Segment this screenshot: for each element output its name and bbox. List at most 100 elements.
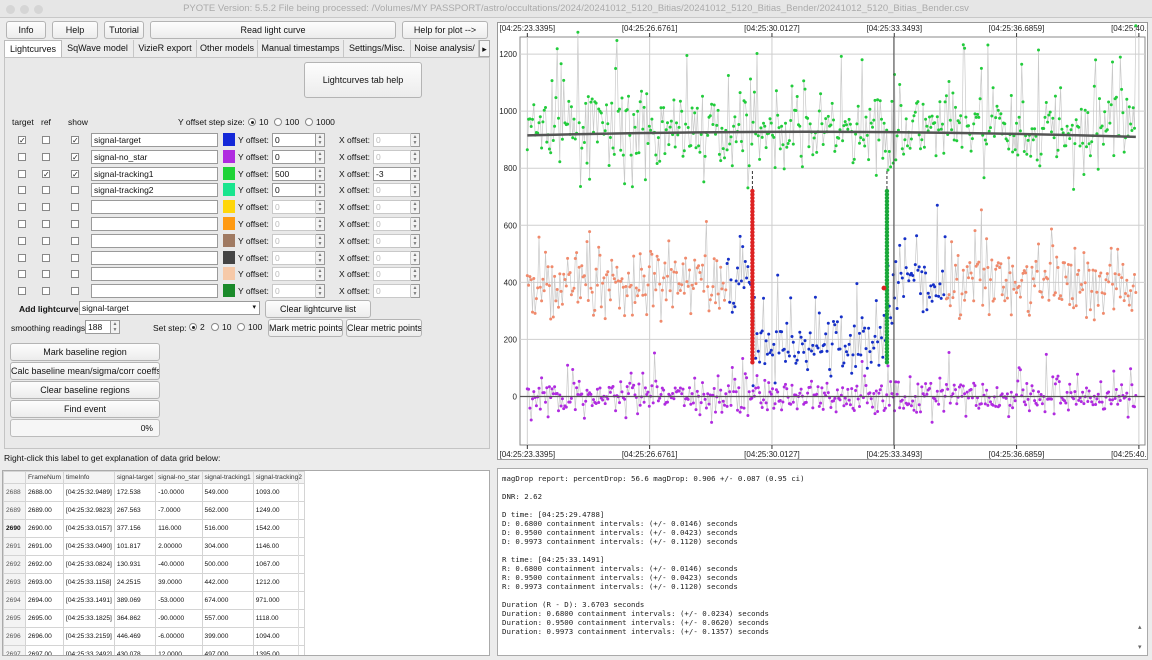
x-offset-stepper[interactable]: ▲ ▼ [411, 284, 420, 299]
report-scroll-up-icon[interactable]: ▴ [1138, 623, 1146, 631]
x-offset-stepper[interactable]: ▲ ▼ [411, 233, 420, 248]
y-offset-stepper[interactable]: ▲ ▼ [316, 183, 325, 198]
y-offset-input[interactable]: 0 [272, 267, 316, 282]
table-row[interactable]: 2690 2690.00 [04:25:33.0157] 377.156 116.000… [3, 519, 305, 538]
table-cell[interactable]: -90.0000 [155, 609, 203, 628]
ref-checkbox[interactable]: ✓ [42, 169, 50, 178]
target-checkbox[interactable]: ✓ [18, 136, 26, 145]
table-cell[interactable]: 130.931 [113, 555, 157, 574]
clear-metric-points-button[interactable]: Clear metric points [346, 319, 422, 337]
table-cell[interactable]: 1146.00 [252, 537, 305, 556]
x-offset-stepper[interactable]: ▲ ▼ [411, 217, 420, 231]
table-cell[interactable]: 172.538 [113, 483, 157, 502]
close-window-icon[interactable] [6, 5, 15, 14]
ref-checkbox[interactable] [42, 270, 50, 279]
table-cell[interactable]: 430.078 [113, 645, 157, 655]
add-lightcurve-select[interactable]: signal-target ▾ [79, 301, 260, 315]
table-cell[interactable]: [04:25:33.2492] [62, 645, 115, 655]
x-offset-input[interactable]: 0 [373, 233, 411, 248]
lightcurve-name-field[interactable] [91, 233, 218, 248]
minimize-window-icon[interactable] [20, 5, 29, 14]
row-header-cell[interactable]: 2693 [3, 573, 26, 592]
table-cell[interactable]: -53.0000 [155, 591, 203, 610]
color-swatch[interactable] [223, 133, 235, 146]
x-offset-input[interactable]: 0 [373, 183, 411, 198]
grid-column-header[interactable]: timeInfo [62, 471, 115, 484]
target-checkbox[interactable] [18, 152, 26, 161]
tab-lightcurves[interactable]: Lightcurves [4, 40, 62, 57]
x-offset-input[interactable]: 0 [373, 250, 411, 265]
y-offset-input[interactable]: 0 [272, 149, 316, 164]
table-cell[interactable]: 267.563 [113, 501, 157, 520]
y-offset-stepper[interactable]: ▲ ▼ [316, 250, 325, 265]
color-swatch[interactable] [223, 267, 235, 281]
y-offset-stepper[interactable]: ▲ ▼ [316, 200, 325, 215]
ref-checkbox[interactable] [42, 186, 50, 195]
table-cell[interactable]: 497.000 [201, 645, 254, 655]
show-checkbox[interactable] [71, 236, 79, 245]
table-cell[interactable]: 1093.00 [252, 483, 305, 502]
table-cell[interactable]: 562.000 [201, 501, 254, 520]
table-cell[interactable]: [04:25:32.9489] [62, 483, 115, 502]
target-checkbox[interactable] [18, 220, 26, 228]
table-cell[interactable]: 500.000 [201, 555, 254, 574]
target-checkbox[interactable] [18, 203, 26, 212]
table-cell[interactable]: 2.00000 [155, 537, 203, 556]
tab-noise-analysis[interactable]: Noise analysis/ [411, 40, 479, 57]
table-cell[interactable]: 2692.00 [25, 555, 64, 574]
table-cell[interactable]: [04:25:33.0157] [62, 519, 115, 538]
show-checkbox[interactable] [71, 287, 79, 296]
tab-other-models[interactable]: Other models [197, 40, 258, 57]
y-offset-stepper[interactable]: ▲ ▼ [316, 133, 325, 147]
table-cell[interactable]: 101.817 [113, 537, 157, 556]
table-cell[interactable]: 2693.00 [25, 573, 64, 592]
table-cell[interactable]: 389.069 [113, 591, 157, 610]
target-checkbox[interactable] [18, 186, 26, 195]
table-cell[interactable]: 971.000 [252, 591, 305, 610]
table-cell[interactable]: 2688.00 [25, 483, 64, 502]
y-offset-input[interactable]: 0 [272, 133, 316, 147]
table-cell[interactable]: 399.000 [201, 627, 254, 646]
table-row[interactable]: 2694 2694.00 [04:25:33.1491] 389.069 -53.000… [3, 591, 305, 610]
set-step-100-radio[interactable] [237, 323, 245, 331]
target-checkbox[interactable] [18, 270, 26, 279]
table-row[interactable]: 2691 2691.00 [04:25:33.0490] 101.817 2.00000… [3, 537, 305, 556]
x-offset-input[interactable]: -3 [373, 166, 411, 181]
x-offset-input[interactable]: 0 [373, 149, 411, 164]
table-cell[interactable]: -40.0000 [155, 555, 203, 574]
show-checkbox[interactable] [71, 186, 79, 195]
color-swatch[interactable] [223, 217, 235, 230]
table-cell[interactable]: [04:25:33.1825] [62, 609, 115, 628]
x-offset-input[interactable]: 0 [373, 200, 411, 215]
table-cell[interactable]: 1395.00 [252, 645, 305, 655]
row-header-cell[interactable]: 2696 [3, 627, 26, 646]
table-cell[interactable]: [04:25:33.0490] [62, 537, 115, 556]
plot-canvas[interactable]: 0 200 400 600 800 1000 1200 [04:25:23.3395] [04:… [498, 23, 1152, 459]
color-swatch[interactable] [223, 250, 235, 264]
ref-checkbox[interactable] [42, 287, 50, 296]
target-checkbox[interactable] [18, 236, 26, 245]
table-cell[interactable]: 12.0000 [155, 645, 203, 655]
grid-column-header[interactable]: signal-tracking1 [201, 471, 254, 484]
y-offset-stepper[interactable]: ▲ ▼ [316, 267, 325, 282]
show-checkbox[interactable] [71, 203, 79, 212]
show-checkbox[interactable]: ✓ [71, 169, 79, 178]
lightcurve-name-field[interactable] [91, 250, 218, 265]
table-row[interactable]: 2689 2689.00 [04:25:32.9823] 267.563 -7.0000… [3, 501, 305, 520]
mark-metric-points-button[interactable]: Mark metric points [268, 319, 343, 337]
info-button[interactable]: Info [6, 21, 46, 39]
help-button[interactable]: Help [52, 21, 98, 39]
lightcurve-name-field[interactable]: signal-tracking2 [91, 183, 218, 198]
show-checkbox[interactable] [71, 270, 79, 279]
row-header-cell[interactable]: 2689 [3, 501, 26, 520]
table-cell[interactable]: 2696.00 [25, 627, 64, 646]
y-offset-input[interactable]: 0 [272, 250, 316, 265]
table-cell[interactable]: -10.0000 [155, 483, 203, 502]
table-cell[interactable]: 24.2515 [113, 573, 157, 592]
y-offset-input[interactable]: 0 [272, 284, 316, 299]
smoothing-input[interactable]: 188 [85, 320, 111, 334]
step-10-radio[interactable] [248, 118, 256, 126]
color-swatch[interactable] [223, 200, 235, 214]
row-header-cell[interactable]: 2688 [3, 483, 26, 502]
lightcurves-tab-help-button[interactable]: Lightcurves tab help [304, 62, 422, 98]
